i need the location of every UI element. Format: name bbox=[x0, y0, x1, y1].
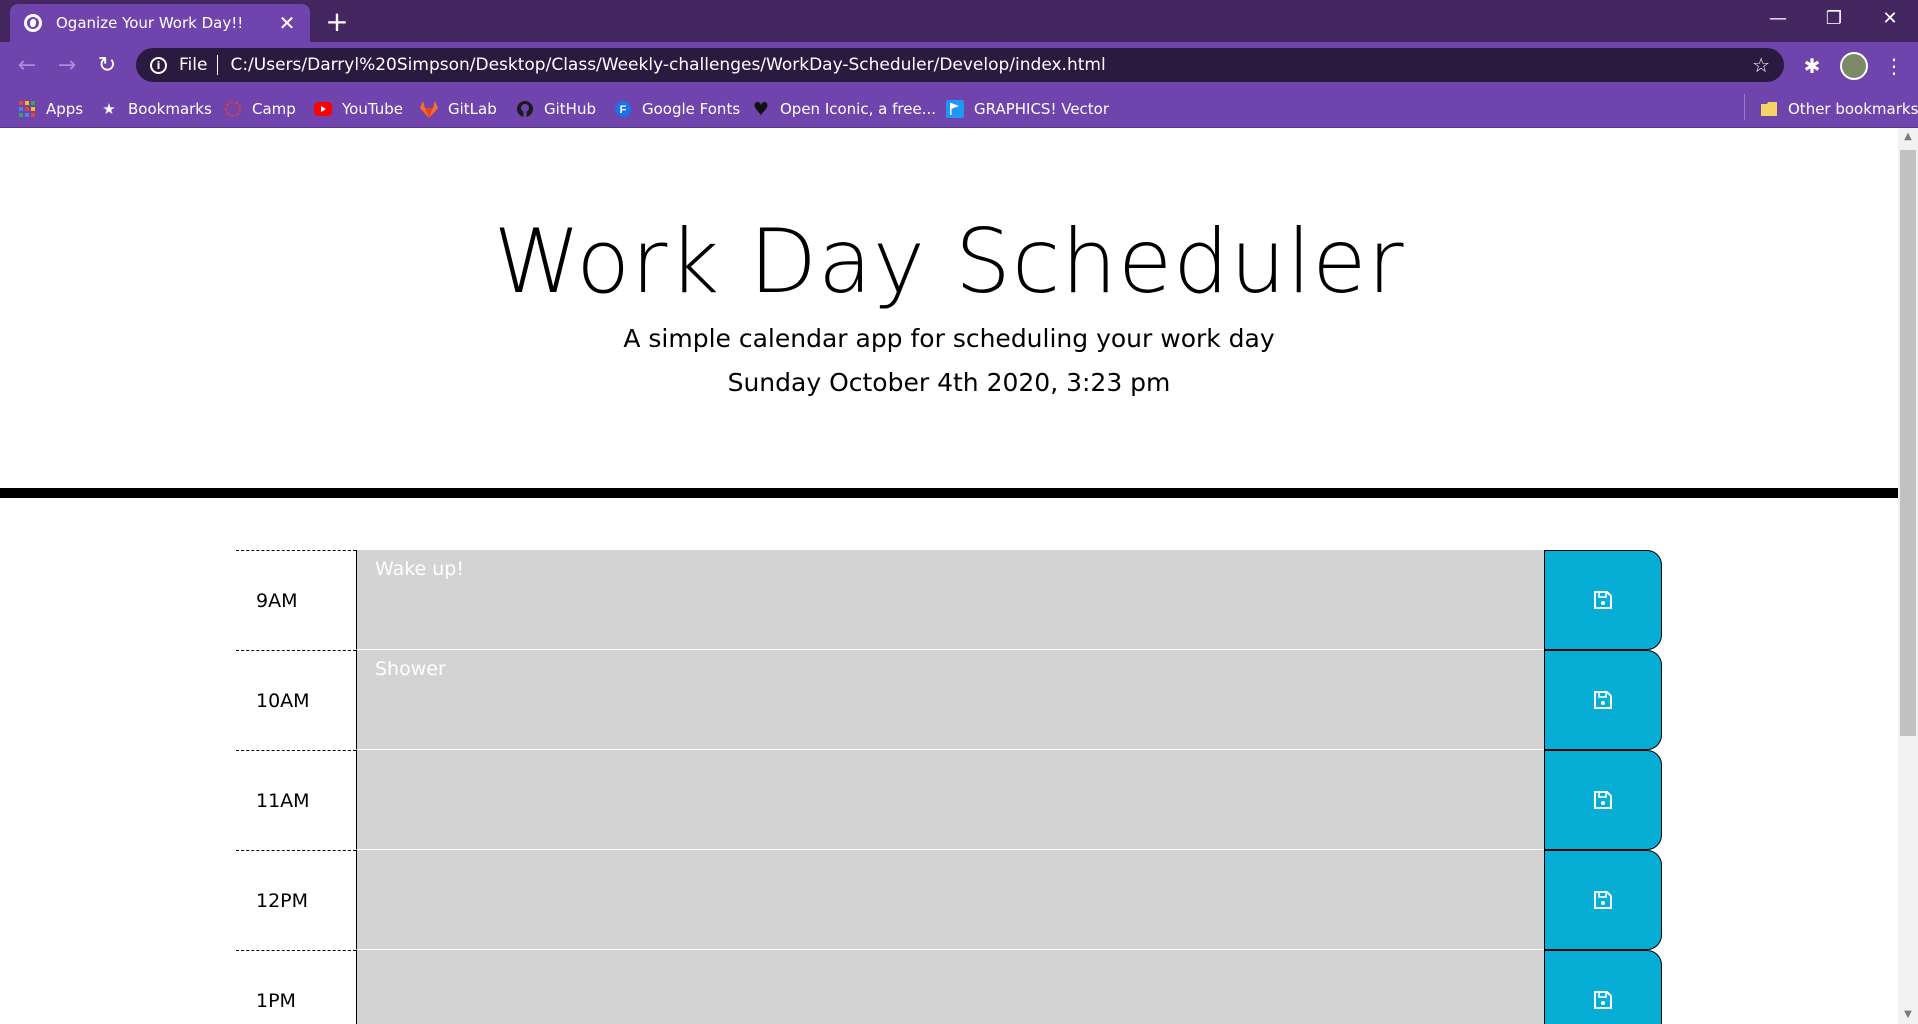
address-bar[interactable]: i File C:/Users/Darryl%20Simpson/Desktop… bbox=[136, 48, 1784, 82]
save-button[interactable] bbox=[1544, 850, 1662, 950]
star-icon: ★ bbox=[102, 100, 116, 118]
youtube-icon bbox=[314, 100, 332, 118]
bookmark-gitlab[interactable]: GitLab bbox=[420, 98, 497, 120]
tab-close-icon[interactable]: ✕ bbox=[276, 12, 298, 34]
save-icon bbox=[1594, 891, 1612, 909]
time-block-1pm: 1PM bbox=[236, 950, 1664, 1024]
bookmark-camp[interactable]: Camp bbox=[224, 98, 296, 120]
time-block-12pm: 12PM bbox=[236, 850, 1664, 950]
hour-label: 12PM bbox=[236, 850, 356, 950]
flag-icon bbox=[946, 100, 964, 118]
scrollbar-thumb[interactable] bbox=[1900, 150, 1916, 736]
forward-icon[interactable]: → bbox=[52, 50, 82, 80]
bookmark-star-icon[interactable]: ☆ bbox=[1752, 53, 1770, 77]
bookmark-label: Camp bbox=[252, 100, 296, 118]
event-description[interactable]: Shower bbox=[356, 650, 1544, 750]
address-divider bbox=[217, 55, 219, 75]
window-close-icon[interactable]: ✕ bbox=[1862, 0, 1918, 36]
menu-kebab-icon[interactable]: ⋮ bbox=[1880, 52, 1908, 80]
bookmark-label: YouTube bbox=[342, 100, 403, 118]
page-title: Work Day Scheduler bbox=[493, 210, 1405, 313]
save-button[interactable] bbox=[1544, 650, 1662, 750]
browser-tab-bar: Oganize Your Work Day!! ✕ + — ❐ ✕ bbox=[0, 0, 1918, 42]
profile-avatar[interactable] bbox=[1840, 52, 1868, 80]
restore-icon[interactable]: ❐ bbox=[1806, 0, 1862, 36]
hour-label: 11AM bbox=[236, 750, 356, 850]
hour-label: 10AM bbox=[236, 650, 356, 750]
bookmark-apps[interactable]: Apps bbox=[18, 98, 83, 120]
save-icon bbox=[1594, 991, 1612, 1009]
time-block-9am: 9AM Wake up! bbox=[236, 550, 1664, 650]
current-day: Sunday October 4th 2020, 3:23 pm bbox=[727, 368, 1171, 397]
back-icon[interactable]: ← bbox=[12, 50, 42, 80]
bookmarks-bar: Apps ★ Bookmarks Camp YouTube GitLab Git… bbox=[0, 88, 1918, 128]
bookmark-label: GRAPHICS! Vector bbox=[974, 100, 1110, 118]
event-description[interactable] bbox=[356, 950, 1544, 1024]
tab-title: Oganize Your Work Day!! bbox=[56, 14, 244, 32]
reload-icon[interactable]: ↻ bbox=[92, 50, 122, 80]
apps-grid-icon bbox=[18, 100, 36, 118]
bookmark-label: Bookmarks bbox=[128, 100, 212, 118]
minimize-icon[interactable]: — bbox=[1750, 0, 1806, 36]
schedule-container: 9AM Wake up! 10AM Shower 11AM 12PM 1PM bbox=[236, 550, 1664, 1024]
save-icon bbox=[1594, 591, 1612, 609]
bookmark-github[interactable]: GitHub bbox=[516, 98, 596, 120]
heart-icon: ♥ bbox=[752, 98, 770, 120]
scroll-down-icon[interactable]: ▼ bbox=[1898, 1006, 1918, 1024]
bookmark-graphics-vector[interactable]: GRAPHICS! Vector bbox=[946, 98, 1109, 120]
page-scrollbar[interactable]: ▲ ▼ bbox=[1898, 128, 1918, 1024]
event-description[interactable]: Wake up! bbox=[356, 550, 1544, 650]
bookmarks-divider bbox=[1744, 94, 1745, 120]
bookmark-label: Apps bbox=[46, 100, 84, 118]
google-fonts-icon: F bbox=[614, 100, 632, 118]
time-block-10am: 10AM Shower bbox=[236, 650, 1664, 750]
bookmark-label: GitHub bbox=[544, 100, 596, 118]
bookmark-youtube[interactable]: YouTube bbox=[314, 98, 403, 120]
save-button[interactable] bbox=[1544, 950, 1662, 1024]
globe-icon bbox=[24, 14, 42, 32]
new-tab-icon[interactable]: + bbox=[322, 8, 352, 38]
save-button[interactable] bbox=[1544, 550, 1662, 650]
url-text[interactable]: C:/Users/Darryl%20Simpson/Desktop/Class/… bbox=[230, 55, 1105, 75]
page-header: Work Day Scheduler A simple calendar app… bbox=[0, 128, 1898, 498]
bookmark-label: Other bookmarks bbox=[1788, 100, 1918, 118]
svg-text:F: F bbox=[620, 104, 627, 116]
save-button[interactable] bbox=[1544, 750, 1662, 850]
time-block-11am: 11AM bbox=[236, 750, 1664, 850]
scroll-up-icon[interactable]: ▲ bbox=[1898, 128, 1918, 146]
page-subtitle: A simple calendar app for scheduling you… bbox=[623, 324, 1275, 353]
info-icon[interactable]: i bbox=[150, 56, 167, 74]
save-icon bbox=[1594, 691, 1612, 709]
github-icon bbox=[516, 100, 534, 118]
event-description[interactable] bbox=[356, 750, 1544, 850]
event-description[interactable] bbox=[356, 850, 1544, 950]
gitlab-icon bbox=[420, 100, 438, 118]
page-viewport: Work Day Scheduler A simple calendar app… bbox=[0, 128, 1898, 1024]
camp-icon bbox=[224, 100, 242, 118]
save-icon bbox=[1594, 791, 1612, 809]
bookmark-other[interactable]: Other bookmarks bbox=[1760, 98, 1918, 120]
scheme-label: File bbox=[179, 55, 208, 75]
bookmark-label: Open Iconic, a free... bbox=[780, 100, 936, 118]
hour-label: 9AM bbox=[236, 550, 356, 650]
extensions-icon[interactable]: ✱ bbox=[1798, 52, 1826, 80]
folder-icon bbox=[1760, 100, 1778, 118]
bookmark-label: GitLab bbox=[448, 100, 497, 118]
browser-toolbar: ← → ↻ i File C:/Users/Darryl%20Simpson/D… bbox=[0, 42, 1918, 88]
hour-label: 1PM bbox=[236, 950, 356, 1024]
browser-tab[interactable]: Oganize Your Work Day!! ✕ bbox=[10, 4, 310, 42]
bookmark-google-fonts[interactable]: F Google Fonts bbox=[614, 98, 740, 120]
bookmark-open-iconic[interactable]: ♥ Open Iconic, a free... bbox=[752, 98, 936, 120]
bookmark-label: Google Fonts bbox=[642, 100, 741, 118]
bookmark-bookmarks[interactable]: ★ Bookmarks bbox=[100, 98, 212, 120]
